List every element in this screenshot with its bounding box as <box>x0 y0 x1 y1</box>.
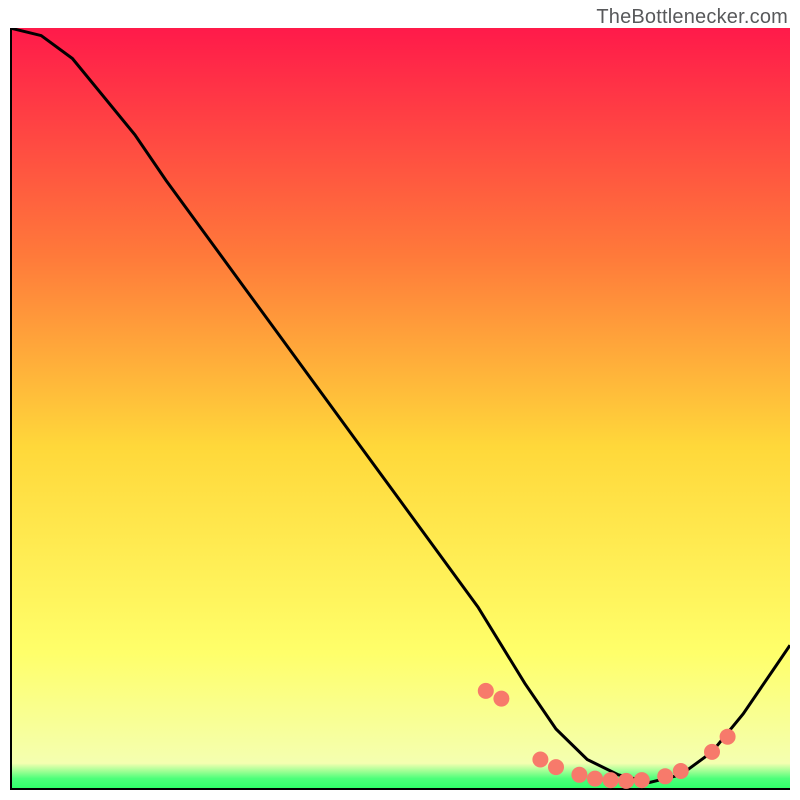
data-point <box>634 772 650 788</box>
data-point <box>657 768 673 784</box>
data-point <box>478 683 494 699</box>
data-point <box>673 763 689 779</box>
gradient-background <box>10 28 790 790</box>
data-point <box>618 773 634 789</box>
data-point <box>720 729 736 745</box>
data-point <box>571 767 587 783</box>
bottleneck-chart <box>10 28 790 790</box>
data-point <box>532 752 548 768</box>
chart-svg <box>10 28 790 790</box>
data-point <box>548 759 564 775</box>
data-point <box>704 744 720 760</box>
data-point <box>603 772 619 788</box>
data-point <box>587 771 603 787</box>
source-attribution: TheBottlenecker.com <box>596 6 788 29</box>
data-point <box>493 691 509 707</box>
